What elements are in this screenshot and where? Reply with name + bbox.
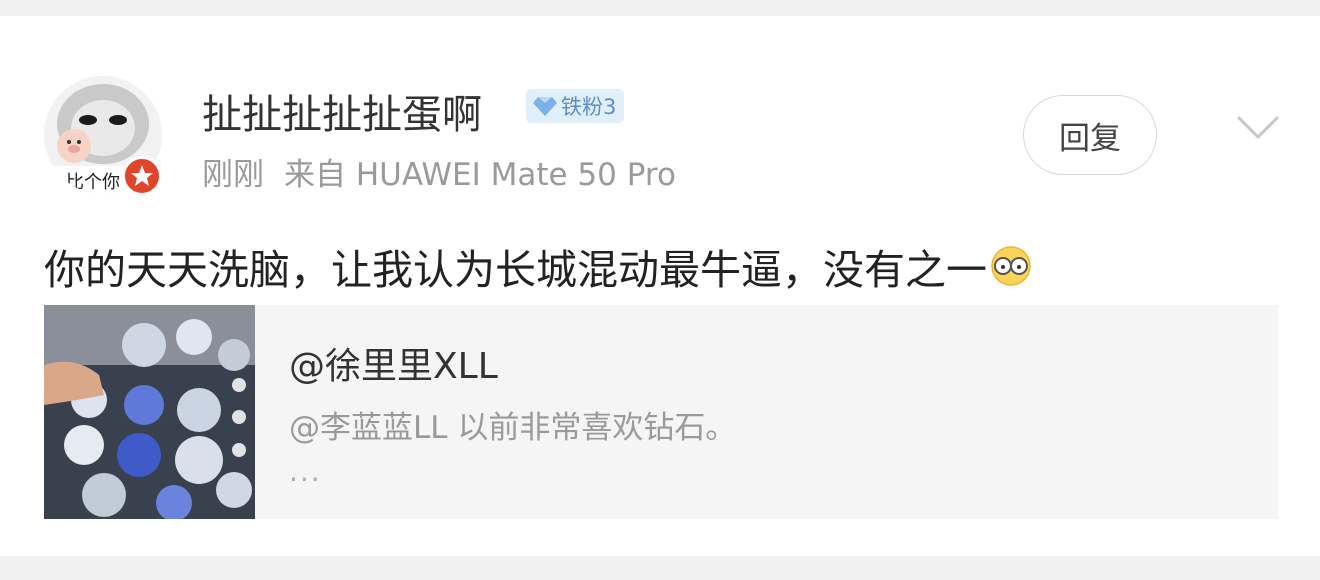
glasses-emoji-icon — [991, 246, 1031, 286]
svg-text:比个你: 比个你 — [66, 172, 120, 193]
comment-card: 比个你 扯扯扯扯扯蛋啊 铁粉3 刚刚 来自 HUAWEI Mate 50 Pro … — [0, 16, 1320, 556]
diamond-icon — [533, 97, 557, 116]
fan-level-badge[interactable]: 铁粉3 — [526, 89, 625, 123]
comment-meta: 刚刚 来自 HUAWEI Mate 50 Pro — [202, 149, 676, 194]
chevron-down-icon[interactable] — [1236, 112, 1280, 142]
comment-time: 刚刚 — [202, 157, 264, 193]
quoted-post[interactable]: @徐里里XLL @李蓝蓝LL 以前非常喜欢钻石。 ... — [44, 305, 1278, 519]
quoted-post-author[interactable]: @徐里里XLL — [289, 337, 498, 389]
verified-badge-icon — [122, 156, 162, 196]
comment-source: 来自 HUAWEI Mate 50 Pro — [284, 157, 676, 193]
quoted-post-text: @李蓝蓝LL 以前非常喜欢钻石。 — [289, 410, 737, 446]
quoted-post-ellipsis: ... — [289, 455, 322, 488]
reply-button[interactable]: 回复 — [1023, 95, 1157, 175]
comment-content: 你的天天洗脑，让我认为长城混动最牛逼，没有之一 — [44, 236, 1033, 296]
comment-text: 你的天天洗脑，让我认为长城混动最牛逼，没有之一 — [44, 246, 987, 294]
fan-badge-label: 铁粉3 — [561, 95, 617, 119]
quoted-post-thumbnail[interactable] — [44, 305, 255, 519]
username[interactable]: 扯扯扯扯扯蛋啊 — [202, 82, 482, 140]
